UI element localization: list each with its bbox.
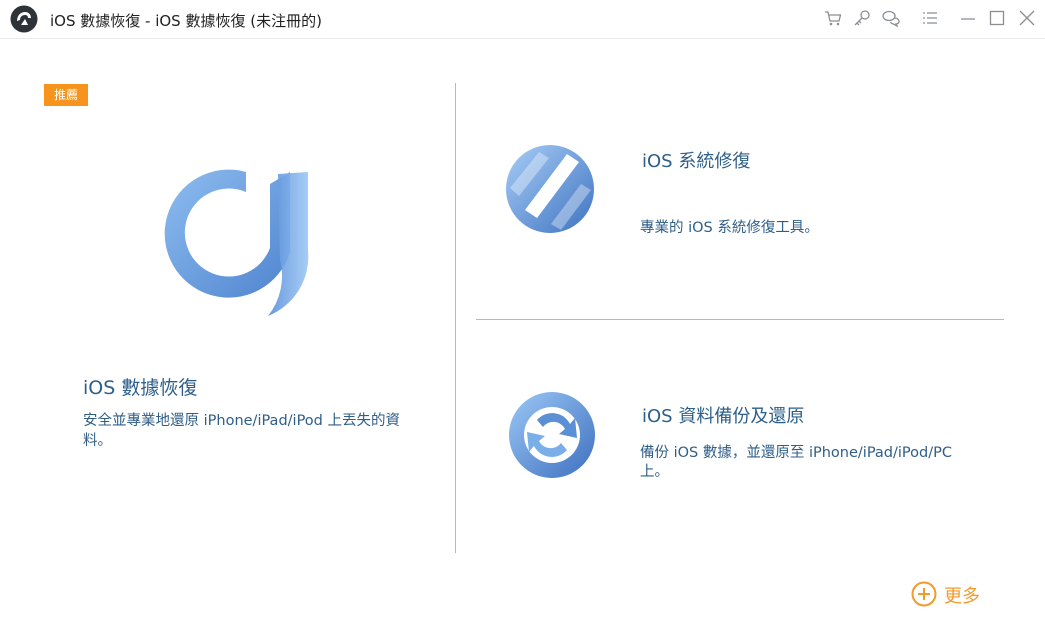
chat-icon[interactable]: [881, 8, 901, 28]
window-title: iOS 數據恢復 - iOS 數據恢復 (未注冊的): [50, 12, 322, 30]
key-icon[interactable]: [852, 8, 872, 28]
minimize-icon[interactable]: [958, 8, 978, 28]
backup-restore-icon: [507, 390, 597, 480]
recommended-badge: 推薦: [44, 84, 88, 106]
title-bar: iOS 數據恢復 - iOS 數據恢復 (未注冊的): [0, 0, 1045, 39]
app-logo-icon: [10, 5, 38, 33]
more-label: 更多: [944, 586, 980, 607]
backup-restore-description: 備份 iOS 數據，並還原至 iPhone/iPad/iPod/PC 上。: [640, 445, 952, 480]
close-icon[interactable]: [1017, 8, 1037, 28]
system-repair-title: iOS 系統修復: [642, 151, 751, 172]
plus-circle-icon: [911, 581, 937, 607]
main-feature-title: iOS 數據恢復: [83, 377, 198, 399]
cart-icon[interactable]: [823, 8, 843, 28]
data-recovery-logo-icon: [150, 130, 310, 330]
system-repair-description: 專業的 iOS 系統修復工具。: [640, 220, 819, 236]
main-feature-description: 安全並專業地還原 iPhone/iPad/iPod 上丟失的資料。: [83, 413, 400, 449]
backup-restore-title: iOS 資料備份及還原: [642, 406, 805, 427]
horizontal-divider: [476, 319, 1004, 320]
menu-icon[interactable]: [920, 8, 940, 28]
system-repair-icon: [505, 144, 595, 234]
maximize-icon[interactable]: [987, 8, 1007, 28]
vertical-divider: [455, 83, 456, 553]
